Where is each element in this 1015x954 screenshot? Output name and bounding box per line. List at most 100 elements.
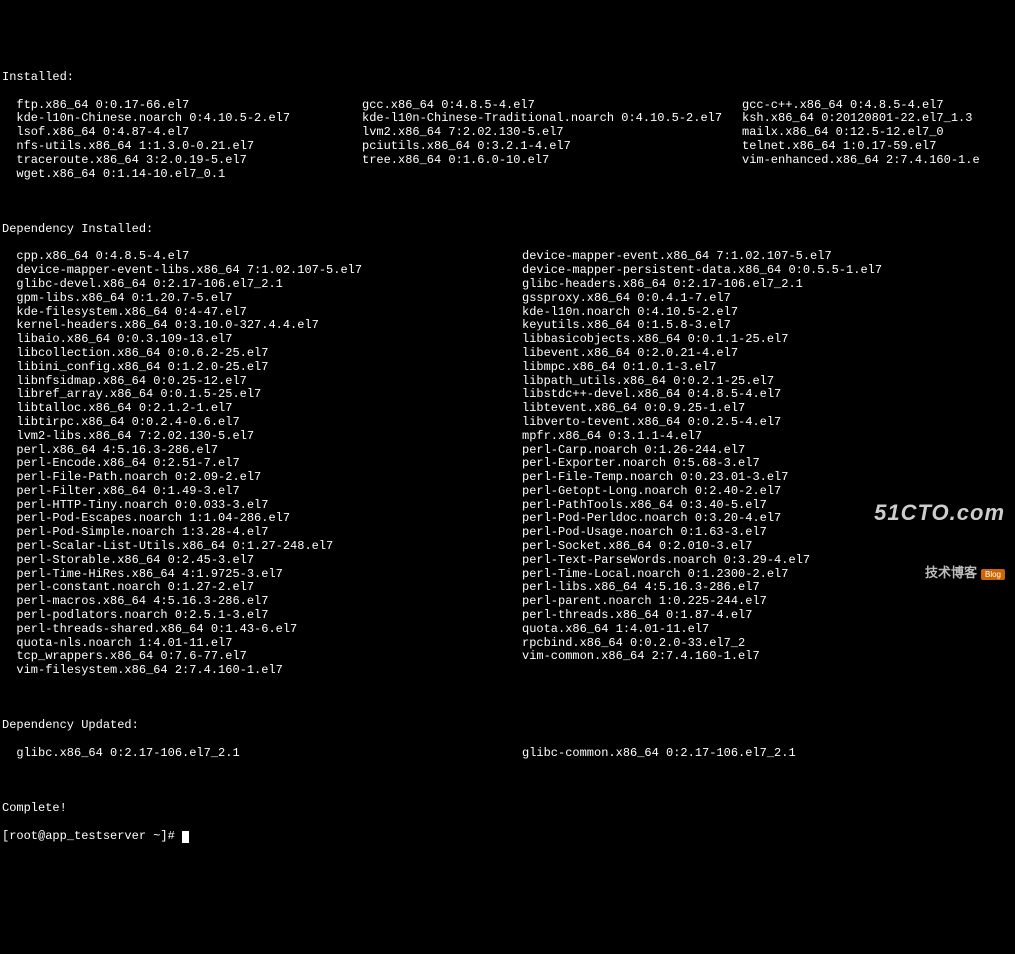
package: kde-l10n-Chinese.noarch 0:4.10.5-2.el7 bbox=[2, 112, 362, 126]
package-row: perl-Filter.x86_64 0:1.49-3.el7perl-Geto… bbox=[2, 485, 1015, 499]
package-row: perl-Encode.x86_64 0:2.51-7.el7perl-Expo… bbox=[2, 457, 1015, 471]
package: perl-podlators.noarch 0:2.5.1-3.el7 bbox=[2, 609, 522, 623]
package: libmpc.x86_64 0:1.0.1-3.el7 bbox=[522, 360, 716, 374]
package: libtevent.x86_64 0:0.9.25-1.el7 bbox=[522, 401, 745, 415]
package: perl-Exporter.noarch 0:5.68-3.el7 bbox=[522, 456, 760, 470]
package: libnfsidmap.x86_64 0:0.25-12.el7 bbox=[2, 375, 522, 389]
package: mpfr.x86_64 0:3.1.1-4.el7 bbox=[522, 429, 702, 443]
package: mailx.x86_64 0:12.5-12.el7_0 bbox=[742, 126, 944, 140]
package-row: libini_config.x86_64 0:1.2.0-25.el7libmp… bbox=[2, 361, 1015, 375]
package: libcollection.x86_64 0:0.6.2-25.el7 bbox=[2, 347, 522, 361]
package: rpcbind.x86_64 0:0.2.0-33.el7_2 bbox=[522, 636, 745, 650]
package: traceroute.x86_64 3:2.0.19-5.el7 bbox=[2, 154, 362, 168]
package: perl-parent.noarch 1:0.225-244.el7 bbox=[522, 594, 767, 608]
package-row: cpp.x86_64 0:4.8.5-4.el7device-mapper-ev… bbox=[2, 250, 1015, 264]
package: perl-Pod-Escapes.noarch 1:1.04-286.el7 bbox=[2, 512, 522, 526]
section-header-dep-updated: Dependency Updated: bbox=[2, 719, 1015, 733]
package-row: gpm-libs.x86_64 0:1.20.7-5.el7gssproxy.x… bbox=[2, 292, 1015, 306]
package-row: perl-Pod-Simple.noarch 1:3.28-4.el7perl-… bbox=[2, 526, 1015, 540]
package: perl.x86_64 4:5.16.3-286.el7 bbox=[2, 444, 522, 458]
package: libaio.x86_64 0:0.3.109-13.el7 bbox=[2, 333, 522, 347]
package: tree.x86_64 0:1.6.0-10.el7 bbox=[362, 154, 742, 168]
package-row: ftp.x86_64 0:0.17-66.el7gcc.x86_64 0:4.8… bbox=[2, 99, 1015, 113]
package: glibc-common.x86_64 0:2.17-106.el7_2.1 bbox=[522, 746, 796, 760]
shell-prompt[interactable]: [root@app_testserver ~]# bbox=[2, 829, 175, 843]
package-row: nfs-utils.x86_64 1:1.3.0-0.21.el7pciutil… bbox=[2, 140, 1015, 154]
package: perl-Pod-Perldoc.noarch 0:3.20-4.el7 bbox=[522, 511, 781, 525]
package: gpm-libs.x86_64 0:1.20.7-5.el7 bbox=[2, 292, 522, 306]
package: quota.x86_64 1:4.01-11.el7 bbox=[522, 622, 709, 636]
package: libtirpc.x86_64 0:0.2.4-0.6.el7 bbox=[2, 416, 522, 430]
package: libstdc++-devel.x86_64 0:4.8.5-4.el7 bbox=[522, 387, 781, 401]
package-row: perl-Pod-Escapes.noarch 1:1.04-286.el7pe… bbox=[2, 512, 1015, 526]
package: perl-Scalar-List-Utils.x86_64 0:1.27-248… bbox=[2, 540, 522, 554]
package: perl-Encode.x86_64 0:2.51-7.el7 bbox=[2, 457, 522, 471]
package-row: perl-Time-HiRes.x86_64 4:1.9725-3.el7per… bbox=[2, 568, 1015, 582]
section-header-installed: Installed: bbox=[2, 71, 1015, 85]
package: perl-Storable.x86_64 0:2.45-3.el7 bbox=[2, 554, 522, 568]
package: tcp_wrappers.x86_64 0:7.6-77.el7 bbox=[2, 650, 522, 664]
package: telnet.x86_64 1:0.17-59.el7 bbox=[742, 140, 936, 154]
package: lsof.x86_64 0:4.87-4.el7 bbox=[2, 126, 362, 140]
package-row: libcollection.x86_64 0:0.6.2-25.el7libev… bbox=[2, 347, 1015, 361]
package: lvm2-libs.x86_64 7:2.02.130-5.el7 bbox=[2, 430, 522, 444]
section-header-dep-installed: Dependency Installed: bbox=[2, 223, 1015, 237]
package-row: libtalloc.x86_64 0:2.1.2-1.el7libtevent.… bbox=[2, 402, 1015, 416]
package: kernel-headers.x86_64 0:3.10.0-327.4.4.e… bbox=[2, 319, 522, 333]
package: perl-macros.x86_64 4:5.16.3-286.el7 bbox=[2, 595, 522, 609]
package-row: perl.x86_64 4:5.16.3-286.el7perl-Carp.no… bbox=[2, 444, 1015, 458]
package: device-mapper-event.x86_64 7:1.02.107-5.… bbox=[522, 249, 832, 263]
package: perl-Time-Local.noarch 0:1.2300-2.el7 bbox=[522, 567, 788, 581]
package: glibc-devel.x86_64 0:2.17-106.el7_2.1 bbox=[2, 278, 522, 292]
package: lvm2.x86_64 7:2.02.130-5.el7 bbox=[362, 126, 742, 140]
package: perl-threads.x86_64 0:1.87-4.el7 bbox=[522, 608, 752, 622]
package-row: libtirpc.x86_64 0:0.2.4-0.6.el7libverto-… bbox=[2, 416, 1015, 430]
package: libtalloc.x86_64 0:2.1.2-1.el7 bbox=[2, 402, 522, 416]
package-row: vim-filesystem.x86_64 2:7.4.160-1.el7 bbox=[2, 664, 1015, 678]
package: perl-Getopt-Long.noarch 0:2.40-2.el7 bbox=[522, 484, 781, 498]
package: nfs-utils.x86_64 1:1.3.0-0.21.el7 bbox=[2, 140, 362, 154]
package: ksh.x86_64 0:20120801-22.el7_1.3 bbox=[742, 112, 972, 126]
package: perl-threads-shared.x86_64 0:1.43-6.el7 bbox=[2, 623, 522, 637]
package-row: libnfsidmap.x86_64 0:0.25-12.el7libpath_… bbox=[2, 375, 1015, 389]
package: device-mapper-persistent-data.x86_64 0:0… bbox=[522, 263, 882, 277]
package: vim-common.x86_64 2:7.4.160-1.el7 bbox=[522, 649, 760, 663]
package: kde-l10n-Chinese-Traditional.noarch 0:4.… bbox=[362, 112, 742, 126]
package-row: perl-HTTP-Tiny.noarch 0:0.033-3.el7perl-… bbox=[2, 499, 1015, 513]
package: kde-filesystem.x86_64 0:4-47.el7 bbox=[2, 306, 522, 320]
package-row: glibc-devel.x86_64 0:2.17-106.el7_2.1gli… bbox=[2, 278, 1015, 292]
package: perl-Pod-Usage.noarch 0:1.63-3.el7 bbox=[522, 525, 767, 539]
package: glibc-headers.x86_64 0:2.17-106.el7_2.1 bbox=[522, 277, 803, 291]
package: perl-Socket.x86_64 0:2.010-3.el7 bbox=[522, 539, 752, 553]
package-row: glibc.x86_64 0:2.17-106.el7_2.1glibc-com… bbox=[2, 747, 1015, 761]
package-row: lsof.x86_64 0:4.87-4.el7lvm2.x86_64 7:2.… bbox=[2, 126, 1015, 140]
package: gcc.x86_64 0:4.8.5-4.el7 bbox=[362, 99, 742, 113]
package: perl-HTTP-Tiny.noarch 0:0.033-3.el7 bbox=[2, 499, 522, 513]
package-row: device-mapper-event-libs.x86_64 7:1.02.1… bbox=[2, 264, 1015, 278]
package-row: perl-Storable.x86_64 0:2.45-3.el7perl-Te… bbox=[2, 554, 1015, 568]
package-row: libaio.x86_64 0:0.3.109-13.el7libbasicob… bbox=[2, 333, 1015, 347]
package-row: libref_array.x86_64 0:0.1.5-25.el7libstd… bbox=[2, 388, 1015, 402]
package: perl-Time-HiRes.x86_64 4:1.9725-3.el7 bbox=[2, 568, 522, 582]
package: perl-Carp.noarch 0:1.26-244.el7 bbox=[522, 443, 745, 457]
package-row: traceroute.x86_64 3:2.0.19-5.el7tree.x86… bbox=[2, 154, 1015, 168]
package: keyutils.x86_64 0:1.5.8-3.el7 bbox=[522, 318, 731, 332]
complete-text: Complete! bbox=[2, 802, 1015, 816]
package-row: perl-podlators.noarch 0:2.5.1-3.el7perl-… bbox=[2, 609, 1015, 623]
package: vim-enhanced.x86_64 2:7.4.160-1.e bbox=[742, 154, 980, 168]
package: perl-File-Path.noarch 0:2.09-2.el7 bbox=[2, 471, 522, 485]
package-row: kernel-headers.x86_64 0:3.10.0-327.4.4.e… bbox=[2, 319, 1015, 333]
package-row: perl-File-Path.noarch 0:2.09-2.el7perl-F… bbox=[2, 471, 1015, 485]
package-row: perl-threads-shared.x86_64 0:1.43-6.el7q… bbox=[2, 623, 1015, 637]
package: vim-filesystem.x86_64 2:7.4.160-1.el7 bbox=[2, 664, 522, 678]
package-row: wget.x86_64 0:1.14-10.el7_0.1 bbox=[2, 168, 1015, 182]
package-row: perl-macros.x86_64 4:5.16.3-286.el7perl-… bbox=[2, 595, 1015, 609]
package: libref_array.x86_64 0:0.1.5-25.el7 bbox=[2, 388, 522, 402]
package: perl-libs.x86_64 4:5.16.3-286.el7 bbox=[522, 580, 760, 594]
package: libbasicobjects.x86_64 0:0.1.1-25.el7 bbox=[522, 332, 788, 346]
package: wget.x86_64 0:1.14-10.el7_0.1 bbox=[2, 168, 362, 182]
package: gcc-c++.x86_64 0:4.8.5-4.el7 bbox=[742, 99, 944, 113]
package-row: kde-l10n-Chinese.noarch 0:4.10.5-2.el7kd… bbox=[2, 112, 1015, 126]
package: libverto-tevent.x86_64 0:0.2.5-4.el7 bbox=[522, 415, 781, 429]
package-row: quota-nls.noarch 1:4.01-11.el7rpcbind.x8… bbox=[2, 637, 1015, 651]
